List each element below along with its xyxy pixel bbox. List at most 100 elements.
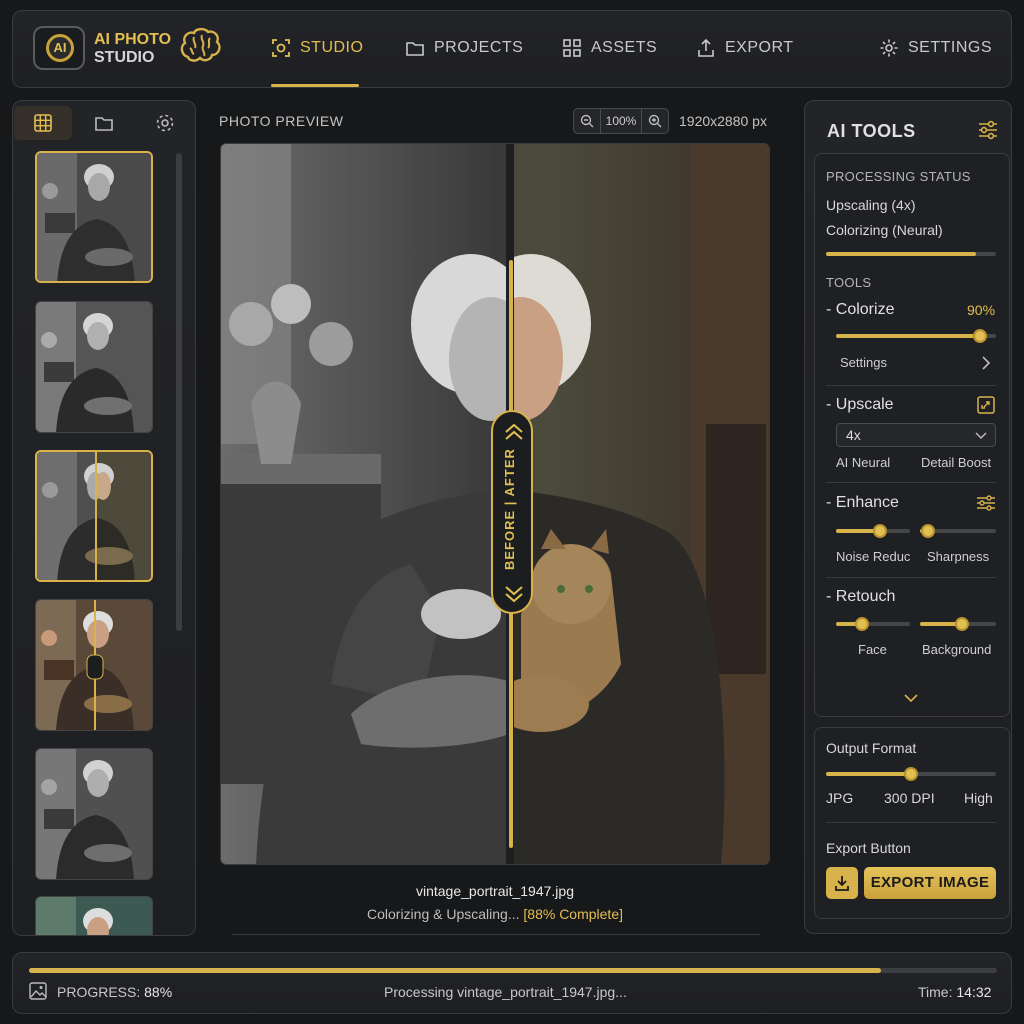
upscale-label: - Upscale	[826, 396, 894, 413]
output-format-heading: Output Format	[826, 740, 917, 756]
processing-item-upscaling: Upscaling (4x)	[826, 197, 916, 213]
nav-projects[interactable]: PROJECTS	[405, 37, 523, 59]
gear-icon	[156, 114, 174, 132]
progress-label: PROGRESS:	[57, 984, 141, 1000]
colorize-slider[interactable]	[836, 329, 996, 343]
processing-status-heading: PROCESSING STATUS	[826, 169, 971, 184]
grid-icon	[563, 39, 581, 57]
upscale-factor-select[interactable]: 4x	[836, 423, 996, 447]
upscale-option-ai-neural[interactable]: AI Neural	[836, 455, 890, 470]
logo-badge: AI	[46, 34, 74, 62]
top-header: AI AI PHOTO STUDIO STUDIO PROJECTS ASSET…	[12, 10, 1012, 88]
nav-settings[interactable]: SETTINGS	[879, 37, 992, 59]
upscale-option-detail-boost[interactable]: Detail Boost	[921, 455, 991, 470]
chevron-down-icon	[505, 586, 523, 603]
overall-progress-fill	[29, 968, 881, 973]
sidebar-tab-grid[interactable]	[14, 106, 72, 140]
tools-heading: TOOLS	[826, 275, 872, 290]
output-quality-value[interactable]: High	[964, 790, 993, 806]
export-heading: Export Button	[826, 840, 911, 856]
preview-title: PHOTO PREVIEW	[219, 113, 344, 129]
colorize-settings-link[interactable]: Settings	[840, 355, 887, 370]
output-quality-slider-fill	[826, 772, 911, 776]
noise-reduction-label: Noise Reduc	[836, 549, 911, 564]
face-retouch-slider-knob[interactable]	[854, 617, 869, 631]
photo-status: Colorizing & Upscaling... [88% Complete]	[220, 906, 770, 922]
thumbnail-6[interactable]	[35, 896, 153, 935]
nav-settings-label: SETTINGS	[908, 39, 993, 56]
focus-frame-icon	[272, 39, 290, 57]
colorize-label: - Colorize	[826, 301, 895, 318]
face-retouch-slider[interactable]	[836, 617, 910, 631]
download-button[interactable]	[826, 867, 858, 899]
enhance-label: - Enhance	[826, 494, 899, 511]
processing-readout: Processing vintage_portrait_1947.jpg...	[384, 984, 627, 1000]
thumbnail-4[interactable]	[35, 599, 153, 731]
portrait-thumbnail	[36, 600, 152, 730]
colorize-slider-knob[interactable]	[973, 329, 987, 343]
before-after-label: BEFORE | AFTER	[502, 448, 517, 570]
zoom-level: 100%	[600, 109, 642, 133]
nav-studio-label: STUDIO	[300, 39, 364, 56]
portrait-thumbnail	[37, 153, 151, 281]
gear-icon	[880, 39, 898, 57]
output-dpi-value[interactable]: 300 DPI	[884, 790, 935, 806]
export-image-button[interactable]: EXPORT IMAGE	[864, 867, 996, 899]
app-name: AI PHOTO STUDIO	[94, 31, 171, 67]
progress-value: 88%	[144, 984, 173, 1000]
nav-export-label: EXPORT	[725, 39, 794, 56]
app-name-line2: STUDIO	[94, 49, 155, 66]
background-retouch-slider-knob[interactable]	[954, 617, 969, 631]
thumbnail-5[interactable]	[35, 748, 153, 880]
ai-tools-title: AI TOOLS	[827, 121, 916, 141]
sidebar-scrollbar[interactable]	[176, 153, 182, 631]
sharpness-label: Sharpness	[927, 549, 990, 564]
time-readout: Time: 14:32	[918, 984, 991, 1000]
processing-progress-fill	[826, 252, 976, 256]
expand-icon[interactable]	[977, 396, 995, 414]
photo-filename: vintage_portrait_1947.jpg	[415, 883, 574, 899]
zoom-control: 100%	[573, 108, 669, 134]
thumbnail-3[interactable]	[35, 450, 153, 582]
chevron-down-icon[interactable]	[903, 693, 919, 703]
sliders-icon[interactable]	[977, 119, 999, 141]
thumbnail-1[interactable]	[35, 151, 153, 283]
nav-studio[interactable]: STUDIO	[271, 37, 363, 59]
background-retouch-slider[interactable]	[920, 617, 996, 631]
sharpness-slider[interactable]	[920, 524, 996, 538]
time-label: Time:	[918, 984, 953, 1000]
output-quality-slider[interactable]	[826, 767, 996, 781]
divider	[232, 934, 760, 935]
face-retouch-label: Face	[858, 642, 887, 657]
zoom-in-icon	[648, 114, 662, 128]
output-format-value[interactable]: JPG	[826, 790, 853, 806]
sidebar-tab-settings[interactable]	[136, 106, 194, 140]
thumbnail-2[interactable]	[35, 301, 153, 433]
photo-status-text: Colorizing & Upscaling...	[366, 906, 520, 922]
photo-status-progress: [88% Complete]	[523, 906, 623, 922]
portrait-thumbnail	[36, 897, 152, 935]
processing-file: vintage_portrait_1947.jpg...	[457, 984, 627, 1000]
nav-assets[interactable]: ASSETS	[562, 37, 657, 59]
upscale-factor-value: 4x	[846, 427, 861, 443]
zoom-out-button[interactable]	[574, 109, 600, 133]
image-icon	[29, 982, 47, 1000]
sidebar-tab-folder[interactable]	[75, 106, 133, 140]
processing-item-colorizing: Colorizing (Neural)	[826, 222, 943, 238]
sliders-icon[interactable]	[976, 494, 996, 512]
divider	[826, 385, 996, 386]
portrait-thumbnail	[37, 452, 151, 580]
retouch-label: - Retouch	[826, 588, 896, 605]
folder-icon	[95, 117, 113, 131]
nav-export[interactable]: EXPORT	[696, 37, 794, 59]
zoom-in-button[interactable]	[642, 109, 668, 133]
zoom-out-icon	[580, 114, 594, 128]
folder-icon	[406, 42, 424, 56]
active-nav-indicator	[271, 84, 359, 87]
output-quality-slider-knob[interactable]	[904, 767, 918, 781]
noise-reduction-slider[interactable]	[836, 524, 910, 538]
chevron-right-icon[interactable]	[981, 356, 991, 370]
nav-projects-label: PROJECTS	[434, 39, 524, 56]
chevron-down-icon	[975, 432, 987, 440]
sharpness-slider-knob[interactable]	[920, 524, 935, 538]
